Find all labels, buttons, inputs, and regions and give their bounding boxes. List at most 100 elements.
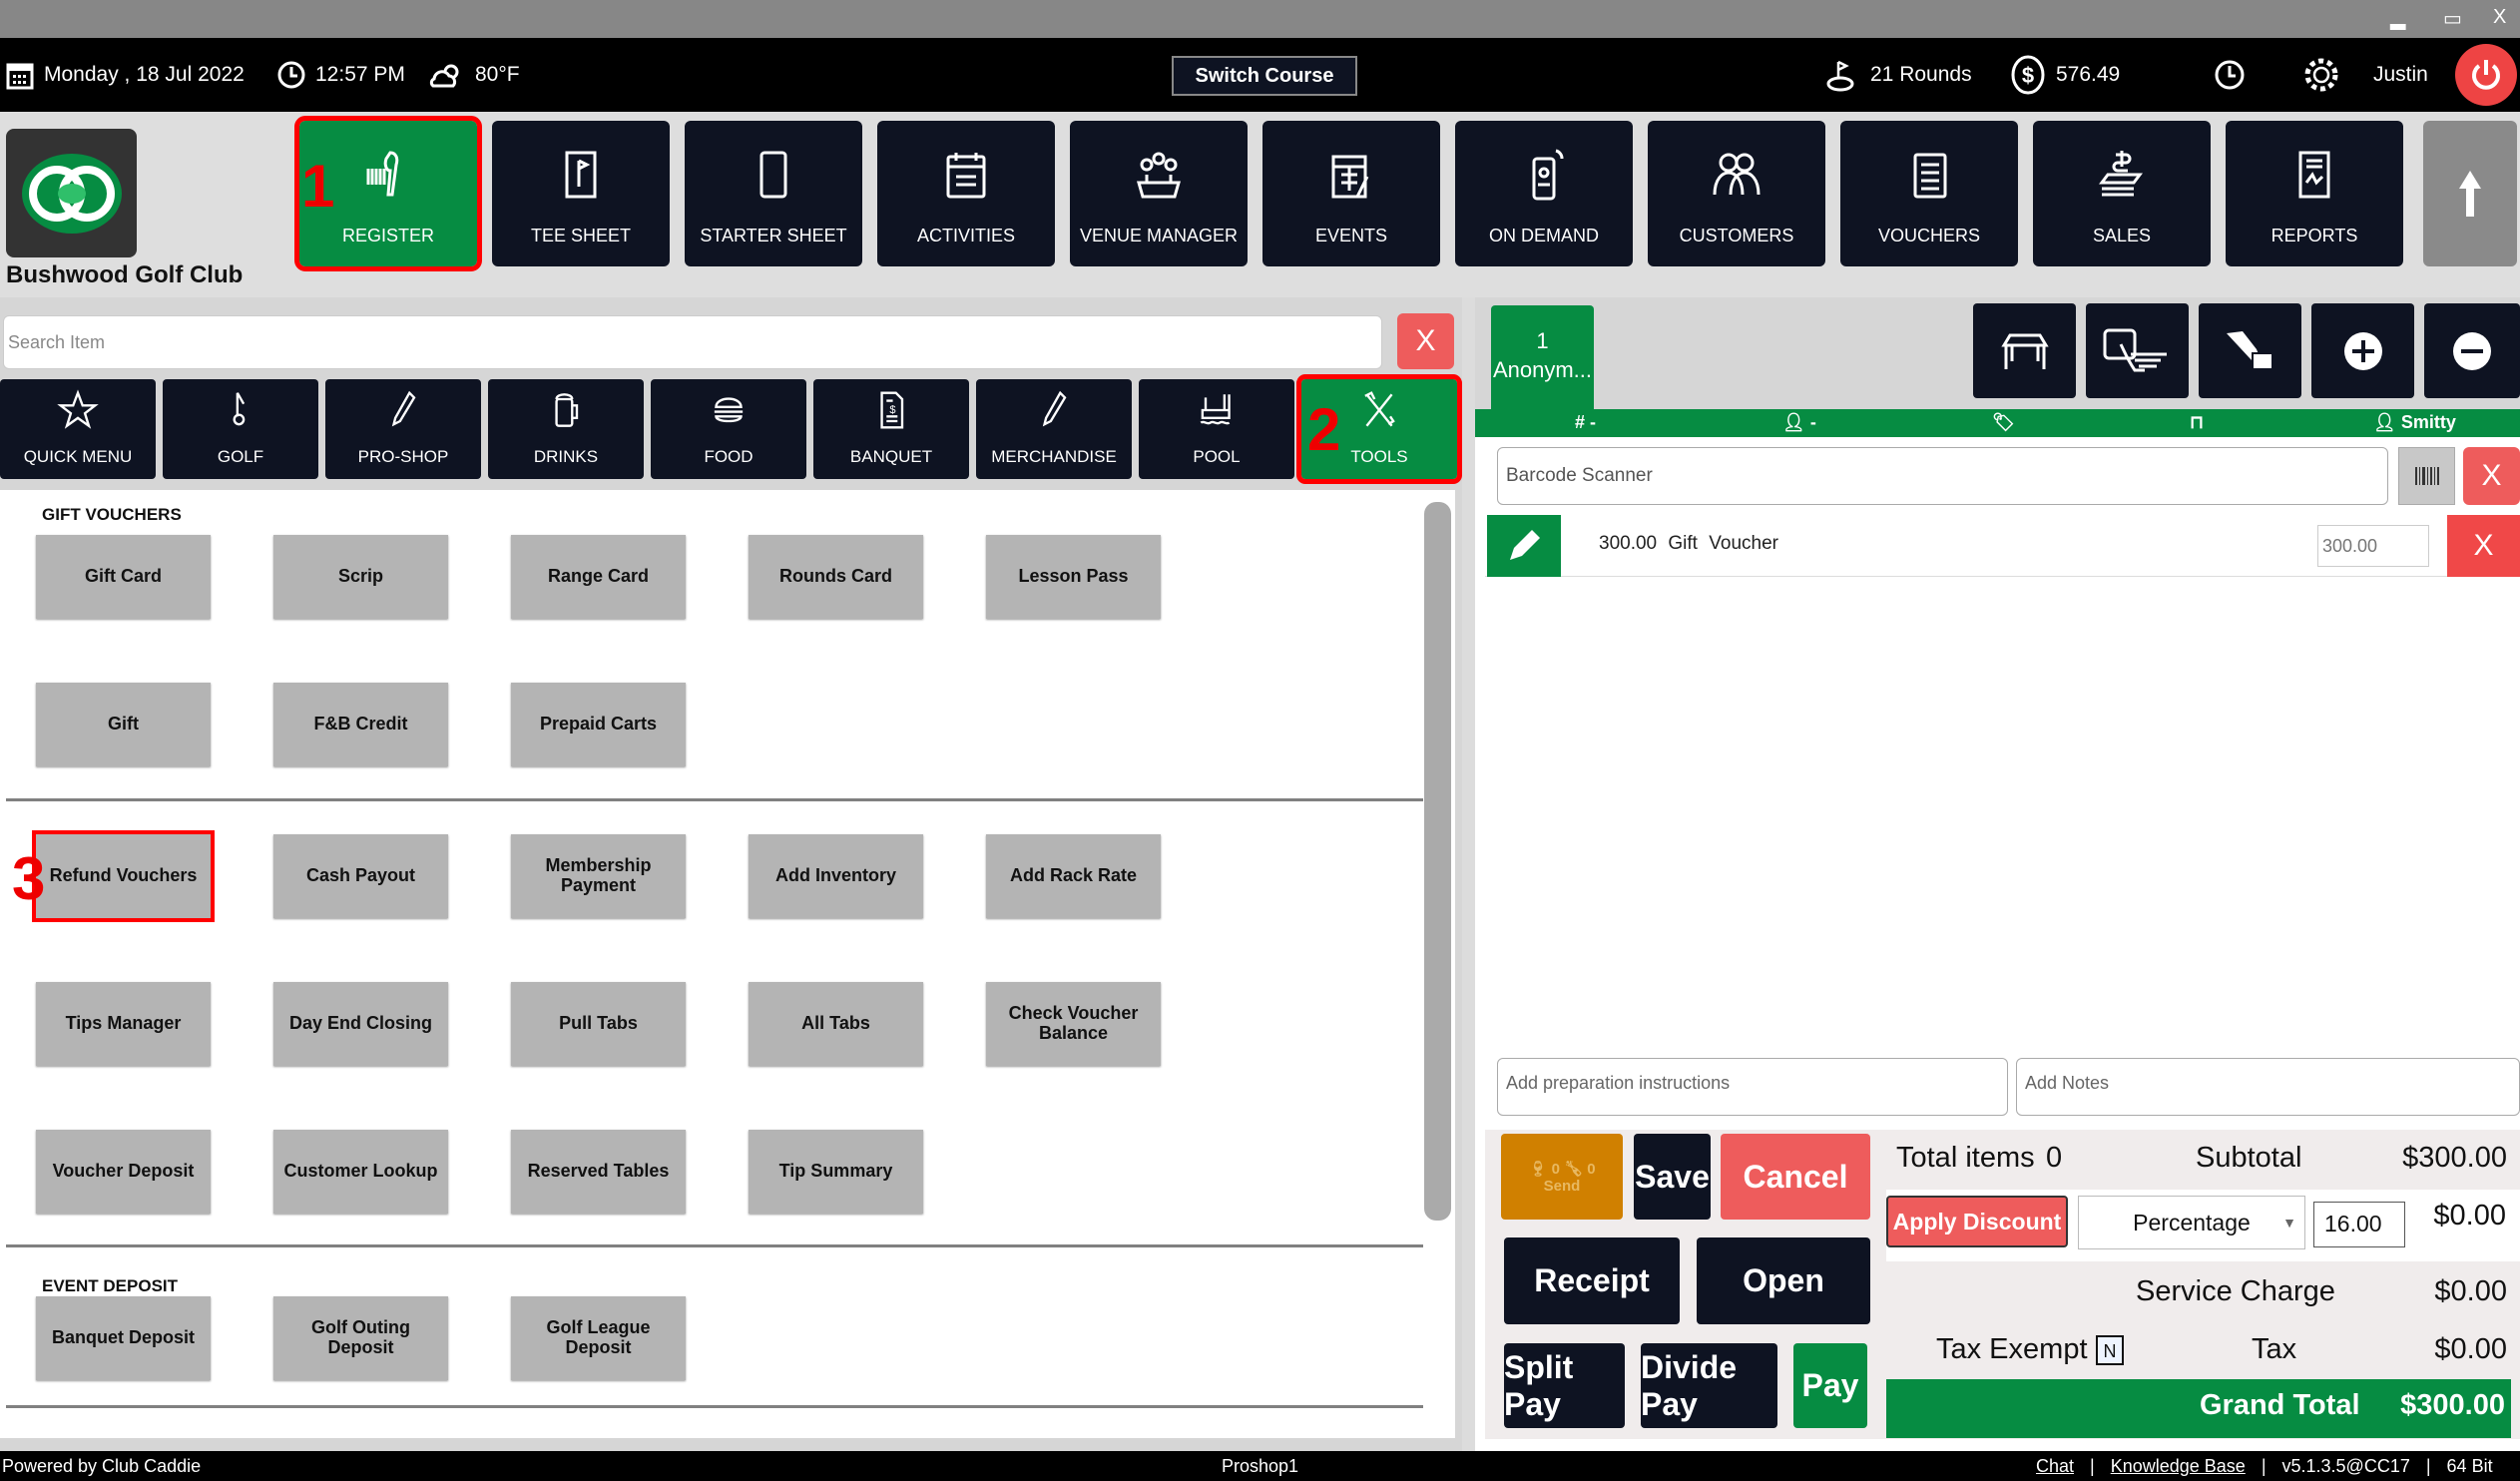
chat-link[interactable]: Chat <box>2036 1456 2074 1477</box>
item-quantity: 300.00 <box>1599 533 1658 554</box>
table-icon[interactable]: ⊓ <box>2190 412 2204 433</box>
item-add-inventory[interactable]: Add Inventory <box>749 834 923 918</box>
nav-reports[interactable]: REPORTS <box>2226 121 2403 266</box>
nav-tee-sheet[interactable]: TEE SHEET <box>492 121 670 266</box>
scan-barcode-button[interactable] <box>2398 447 2455 505</box>
touch-transfer-button[interactable] <box>2086 303 2189 398</box>
clear-search-button[interactable]: X <box>1397 313 1454 369</box>
receipt-button[interactable]: Receipt <box>1504 1237 1680 1324</box>
customer-field[interactable]: 👤︎ - <box>1782 412 1816 433</box>
search-item-input[interactable] <box>3 315 1382 369</box>
item-lesson-pass[interactable]: Lesson Pass <box>986 535 1161 619</box>
item-tip-summary[interactable]: Tip Summary <box>749 1130 923 1214</box>
nav-sales[interactable]: SALES <box>2033 121 2211 266</box>
minimize-button[interactable]: ▂ <box>2390 6 2405 31</box>
category-drinks[interactable]: DRINKS <box>488 379 644 479</box>
category-pool[interactable]: POOL <box>1139 379 1294 479</box>
clear-barcode-button[interactable]: X <box>2463 447 2520 505</box>
item-f-b-credit[interactable]: F&B Credit <box>273 683 448 766</box>
section-divider <box>6 1244 1423 1247</box>
category-label: FOOD <box>704 447 754 466</box>
nav-activities[interactable]: ACTIVITIES <box>877 121 1055 266</box>
item-voucher-deposit[interactable]: Voucher Deposit <box>36 1130 211 1214</box>
scrollbar[interactable] <box>1424 502 1451 1221</box>
nav-events[interactable]: EVENTS <box>1262 121 1440 266</box>
item-tips-manager[interactable]: Tips Manager <box>36 982 211 1066</box>
item-gift-card[interactable]: Gift Card <box>36 535 211 619</box>
order-number[interactable]: # - <box>1575 412 1596 433</box>
nav-starter-sheet[interactable]: STARTER SHEET <box>685 121 862 266</box>
category-quick-menu[interactable]: QUICK MENU <box>0 379 156 479</box>
item-refund-vouchers[interactable]: Refund Vouchers <box>32 830 215 922</box>
settings-button[interactable] <box>2301 38 2341 112</box>
category-banquet[interactable]: $ BANQUET <box>813 379 969 479</box>
item-customer-lookup[interactable]: Customer Lookup <box>273 1130 448 1214</box>
item-add-rack-rate[interactable]: Add Rack Rate <box>986 834 1161 918</box>
item-gift[interactable]: Gift <box>36 683 211 766</box>
send-button[interactable]: 🍷︎ 0 🍾︎ 0 Send <box>1501 1134 1623 1220</box>
nav-customers[interactable]: CUSTOMERS <box>1648 121 1825 266</box>
nav-venue-manager[interactable]: VENUE MANAGER <box>1070 121 1248 266</box>
weather-text: 80°F <box>475 63 520 86</box>
item-all-tabs[interactable]: All Tabs <box>749 982 923 1066</box>
edit-item-button[interactable] <box>1487 515 1561 577</box>
item-reserved-tables[interactable]: Reserved Tables <box>511 1130 686 1214</box>
split-pay-button[interactable]: Split Pay <box>1504 1343 1625 1428</box>
tag-icon[interactable]: 🏷︎ <box>1992 412 2015 433</box>
discount-type-select[interactable]: Percentage ▼ <box>2078 1196 2305 1249</box>
item-day-end-closing[interactable]: Day End Closing <box>273 982 448 1066</box>
nav-vouchers[interactable]: VOUCHERS <box>1840 121 2018 266</box>
knowledge-base-link[interactable]: Knowledge Base <box>2111 1456 2246 1477</box>
category-label: BANQUET <box>849 447 933 466</box>
pencil-icon <box>1510 530 1540 560</box>
item-prepaid-carts[interactable]: Prepaid Carts <box>511 683 686 766</box>
barcode-scanner-input[interactable] <box>1497 447 2388 505</box>
item-name: Gift <box>1668 533 1698 554</box>
item-price-input[interactable] <box>2317 525 2429 567</box>
add-tab-button[interactable] <box>2311 303 2414 398</box>
logout-button[interactable] <box>2455 44 2517 106</box>
divide-pay-button[interactable]: Divide Pay <box>1641 1343 1777 1428</box>
item-golf-outing-deposit[interactable]: Golf Outing Deposit <box>273 1296 448 1380</box>
item-check-voucher-balance[interactable]: Check Voucher Balance <box>986 982 1161 1066</box>
save-button[interactable]: Save <box>1634 1134 1711 1220</box>
notes-input[interactable] <box>2016 1058 2520 1116</box>
item-golf-league-deposit[interactable]: Golf League Deposit <box>511 1296 686 1380</box>
switch-course-button[interactable]: Switch Course <box>1172 56 1357 96</box>
item-banquet-deposit[interactable]: Banquet Deposit <box>36 1296 211 1380</box>
maximize-button[interactable]: ▭ <box>2443 6 2462 31</box>
gear-icon <box>2304 58 2338 92</box>
line-item[interactable]: 300.00 Gift Voucher X <box>1485 513 2520 577</box>
table-button[interactable] <box>1973 303 2076 398</box>
collapse-nav-button[interactable] <box>2423 121 2517 266</box>
nav-label: STARTER SHEET <box>700 226 847 246</box>
time-clock-button[interactable] <box>2214 38 2246 112</box>
server-field[interactable]: 👤︎ Smitty <box>2373 412 2456 433</box>
card-payment-button[interactable] <box>2199 303 2301 398</box>
item-scrip[interactable]: Scrip <box>273 535 448 619</box>
item-membership-payment[interactable]: Membership Payment <box>511 834 686 918</box>
hand-pointer-icon <box>2103 328 2167 371</box>
category-pro-shop[interactable]: PRO-SHOP <box>325 379 481 479</box>
preparation-instructions-input[interactable] <box>1497 1058 2008 1116</box>
apply-discount-button[interactable]: Apply Discount <box>1886 1196 2068 1247</box>
item-cash-payout[interactable]: Cash Payout <box>273 834 448 918</box>
order-tab[interactable]: 1 Anonym... <box>1491 305 1594 410</box>
category-merchandise[interactable]: MERCHANDISE <box>976 379 1132 479</box>
item-rounds-card[interactable]: Rounds Card <box>749 535 923 619</box>
cancel-button[interactable]: Cancel <box>1721 1134 1870 1220</box>
item-pull-tabs[interactable]: Pull Tabs <box>511 982 686 1066</box>
tax-exempt-toggle[interactable]: N <box>2096 1335 2124 1365</box>
category-golf[interactable]: GOLF <box>163 379 318 479</box>
close-window-button[interactable]: X <box>2493 6 2506 29</box>
nav-on-demand[interactable]: ON DEMAND <box>1455 121 1633 266</box>
item-range-card[interactable]: Range Card <box>511 535 686 619</box>
remove-item-button[interactable]: X <box>2447 515 2520 577</box>
plus-circle-icon <box>2343 331 2382 370</box>
user-name[interactable]: Justin <box>2373 63 2428 87</box>
category-food[interactable]: FOOD <box>651 379 806 479</box>
remove-tab-button[interactable] <box>2424 303 2520 398</box>
open-button[interactable]: Open <box>1697 1237 1870 1324</box>
pay-button[interactable]: Pay <box>1793 1343 1867 1428</box>
discount-value-input[interactable]: 16.00 <box>2313 1202 2405 1247</box>
